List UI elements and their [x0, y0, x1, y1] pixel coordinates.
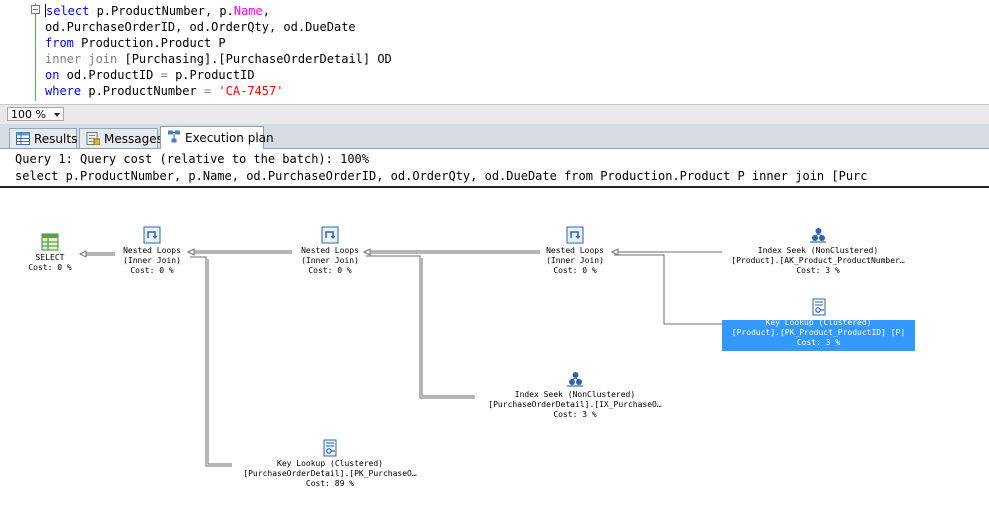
key-lookup-icon: [323, 439, 337, 457]
connector-lookup-pod-nl1: [190, 256, 232, 467]
nested-loops-icon: [566, 226, 584, 244]
plan-node-index-seek-product[interactable]: Index Seek (NonClustered) [Product].[AK_…: [718, 226, 918, 276]
connector-seek-pod-nl2: [366, 255, 475, 399]
node-cost: Cost: 3 %: [796, 266, 840, 275]
plan-node-key-lookup-product[interactable]: Key Lookup (Clustered) [Product].[PK_Pro…: [722, 298, 915, 348]
node-subtitle: (Inner Join): [546, 256, 604, 265]
index-seek-icon: [810, 228, 826, 243]
plan-node-index-seek-purchase-order-detail[interactable]: Index Seek (NonClustered) [PurchaseOrder…: [475, 370, 675, 420]
connector-lookup-product-nl3: [614, 254, 722, 325]
select-icon: [41, 233, 59, 251]
plan-node-nested-loops-1[interactable]: Nested Loops (Inner Join) Cost: 0 %: [112, 226, 192, 276]
key-lookup-icon: [812, 298, 825, 316]
node-title: Nested Loops: [301, 246, 359, 255]
plan-node-nested-loops-2[interactable]: Nested Loops (Inner Join) Cost: 0 %: [290, 226, 370, 276]
plan-node-nested-loops-3[interactable]: Nested Loops (Inner Join) Cost: 0 %: [535, 226, 615, 276]
node-cost: Cost: 0 %: [553, 266, 597, 275]
node-cost: Cost: 0 %: [308, 266, 352, 275]
node-title: Index Seek (NonClustered): [514, 390, 636, 399]
node-title: Key Lookup (Clustered): [765, 318, 872, 327]
index-seek-icon: [567, 372, 583, 387]
node-title: SELECT: [35, 253, 65, 262]
node-cost: Cost: 0 %: [130, 266, 174, 275]
node-subtitle: (Inner Join): [123, 256, 181, 265]
node-object: [Product].[AK_Product_ProductNumber…: [731, 256, 905, 265]
plan-node-select[interactable]: SELECT Cost: 0 %: [18, 233, 82, 273]
node-cost: Cost: 89 %: [305, 479, 355, 488]
nested-loops-icon: [143, 226, 161, 244]
node-cost: Cost: 3 %: [553, 410, 597, 419]
node-title: Index Seek (NonClustered): [757, 246, 879, 255]
plan-node-key-lookup-purchase-order-detail[interactable]: Key Lookup (Clustered) [PurchaseOrderDet…: [230, 439, 430, 489]
node-cost: Cost: 0 %: [28, 263, 72, 272]
node-object: [Product].[PK_Product_ProductID] [P]: [731, 328, 906, 337]
node-object: [PurchaseOrderDetail].[PK_PurchaseO…: [243, 469, 417, 478]
node-title: Key Lookup (Clustered): [277, 459, 383, 468]
node-title: Nested Loops: [123, 246, 181, 255]
node-cost: Cost: 3 %: [796, 338, 841, 347]
node-title: Nested Loops: [546, 246, 604, 255]
nested-loops-icon: [321, 226, 339, 244]
node-object: [PurchaseOrderDetail].[IX_PurchaseO…: [488, 400, 662, 409]
node-subtitle: (Inner Join): [301, 256, 359, 265]
